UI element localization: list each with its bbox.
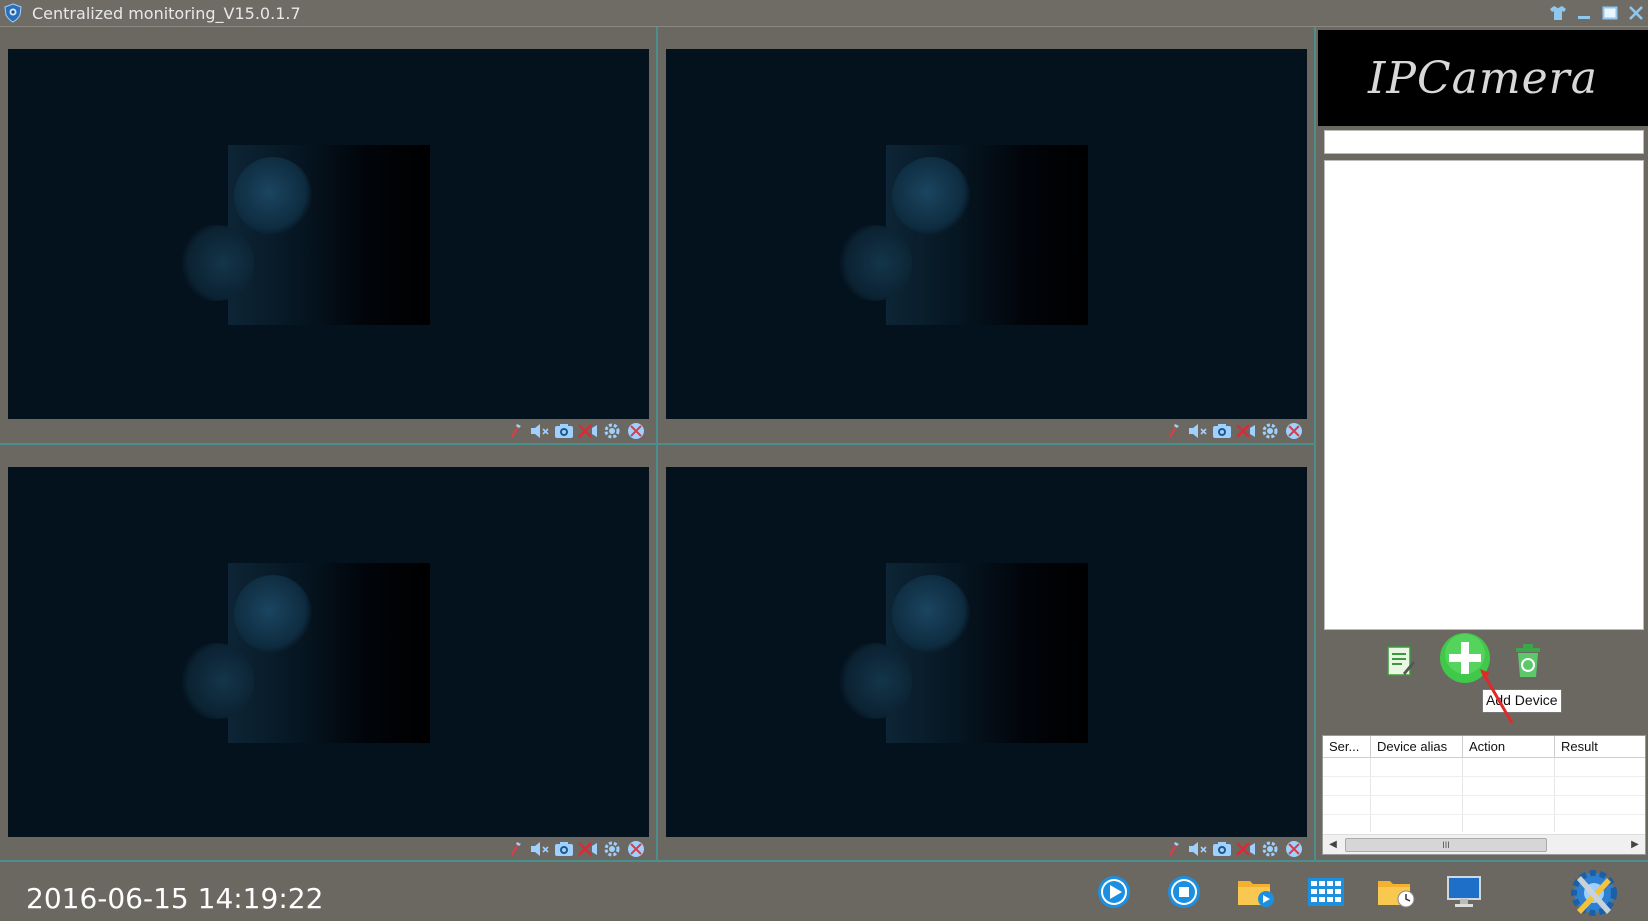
mic-icon[interactable] bbox=[1163, 840, 1185, 858]
annotation-arrow bbox=[1480, 669, 1514, 724]
brand-banner: IPCamera bbox=[1318, 30, 1648, 126]
brand-text: IPCamera bbox=[1368, 52, 1598, 104]
video-pane-toolbar bbox=[1163, 421, 1305, 441]
play-icon[interactable] bbox=[1094, 872, 1134, 912]
skin-icon[interactable] bbox=[1548, 3, 1568, 23]
record-folder-icon[interactable] bbox=[1236, 872, 1276, 912]
log-table-header: Ser... Device alias Action Result bbox=[1323, 736, 1645, 758]
settings-icon[interactable] bbox=[601, 840, 623, 858]
col-action[interactable]: Action bbox=[1463, 736, 1555, 757]
mic-icon[interactable] bbox=[1163, 422, 1185, 440]
device-list[interactable] bbox=[1324, 160, 1644, 630]
speaker-mute-icon[interactable] bbox=[529, 840, 551, 858]
log-table-hscrollbar[interactable]: ◀ III ▶ bbox=[1323, 834, 1645, 854]
col-device-alias[interactable]: Device alias bbox=[1371, 736, 1463, 757]
video-pane-toolbar bbox=[505, 839, 647, 859]
col-result[interactable]: Result bbox=[1555, 736, 1645, 757]
no-signal-placeholder bbox=[836, 145, 1088, 325]
video-pane-4[interactable] bbox=[658, 445, 1315, 861]
settings-icon[interactable] bbox=[601, 422, 623, 440]
fullscreen-icon[interactable] bbox=[625, 422, 647, 440]
schedule-folder-icon[interactable] bbox=[1376, 872, 1416, 912]
mic-icon[interactable] bbox=[505, 840, 527, 858]
edit-device-icon[interactable] bbox=[1380, 641, 1420, 681]
speaker-mute-icon[interactable] bbox=[1187, 840, 1209, 858]
fullscreen-icon[interactable] bbox=[625, 840, 647, 858]
minimize-icon[interactable] bbox=[1574, 3, 1594, 23]
video-grid bbox=[0, 27, 1314, 860]
tools-icon[interactable] bbox=[1566, 866, 1622, 920]
scroll-right-icon[interactable]: ▶ bbox=[1627, 837, 1643, 853]
scroll-left-icon[interactable]: ◀ bbox=[1325, 837, 1341, 853]
video-pane-toolbar bbox=[505, 421, 647, 441]
no-signal-placeholder bbox=[178, 563, 430, 743]
fullscreen-icon[interactable] bbox=[1283, 840, 1305, 858]
speaker-mute-icon[interactable] bbox=[1187, 422, 1209, 440]
no-signal-placeholder bbox=[178, 145, 430, 325]
video-screen[interactable] bbox=[666, 467, 1307, 837]
window-controls bbox=[1548, 2, 1646, 24]
grid-layout-icon[interactable] bbox=[1306, 872, 1346, 912]
col-serial[interactable]: Ser... bbox=[1323, 736, 1371, 757]
log-table-body bbox=[1323, 758, 1645, 832]
scroll-thumb[interactable]: III bbox=[1345, 838, 1547, 852]
close-icon[interactable] bbox=[1626, 3, 1646, 23]
stop-icon[interactable] bbox=[1164, 872, 1204, 912]
title-bar: Centralized monitoring_V15.0.1.7 bbox=[0, 0, 1648, 27]
video-pane-2[interactable] bbox=[658, 27, 1315, 443]
app-window: Centralized monitoring_V15.0.1.7 IPCamer… bbox=[0, 0, 1648, 921]
fullscreen-icon[interactable] bbox=[1283, 422, 1305, 440]
video-pane-toolbar bbox=[1163, 839, 1305, 859]
snapshot-icon[interactable] bbox=[1211, 840, 1233, 858]
maximize-icon[interactable] bbox=[1600, 3, 1620, 23]
video-screen[interactable] bbox=[8, 49, 649, 419]
monitor-icon[interactable] bbox=[1444, 872, 1484, 912]
video-screen[interactable] bbox=[8, 467, 649, 837]
close-video-icon[interactable] bbox=[1235, 422, 1257, 440]
video-pane-1[interactable] bbox=[0, 27, 657, 443]
snapshot-icon[interactable] bbox=[1211, 422, 1233, 440]
snapshot-icon[interactable] bbox=[553, 422, 575, 440]
datetime-display: 2016-06-15 14:19:22 bbox=[26, 882, 324, 915]
snapshot-icon[interactable] bbox=[553, 840, 575, 858]
settings-icon[interactable] bbox=[1259, 840, 1281, 858]
speaker-mute-icon[interactable] bbox=[529, 422, 551, 440]
video-pane-3[interactable] bbox=[0, 445, 657, 861]
mic-icon[interactable] bbox=[505, 422, 527, 440]
window-title: Centralized monitoring_V15.0.1.7 bbox=[32, 4, 301, 23]
log-table: Ser... Device alias Action Result ◀ III … bbox=[1322, 735, 1646, 855]
bottom-bar: 2016-06-15 14:19:22 bbox=[0, 860, 1648, 921]
settings-icon[interactable] bbox=[1259, 422, 1281, 440]
close-video-icon[interactable] bbox=[577, 840, 599, 858]
app-logo-icon bbox=[3, 3, 23, 23]
device-panel: IPCamera Add Device Ser... Device alias … bbox=[1314, 27, 1648, 860]
close-video-icon[interactable] bbox=[577, 422, 599, 440]
no-signal-placeholder bbox=[836, 563, 1088, 743]
device-search-input[interactable] bbox=[1324, 130, 1644, 154]
close-video-icon[interactable] bbox=[1235, 840, 1257, 858]
video-screen[interactable] bbox=[666, 49, 1307, 419]
